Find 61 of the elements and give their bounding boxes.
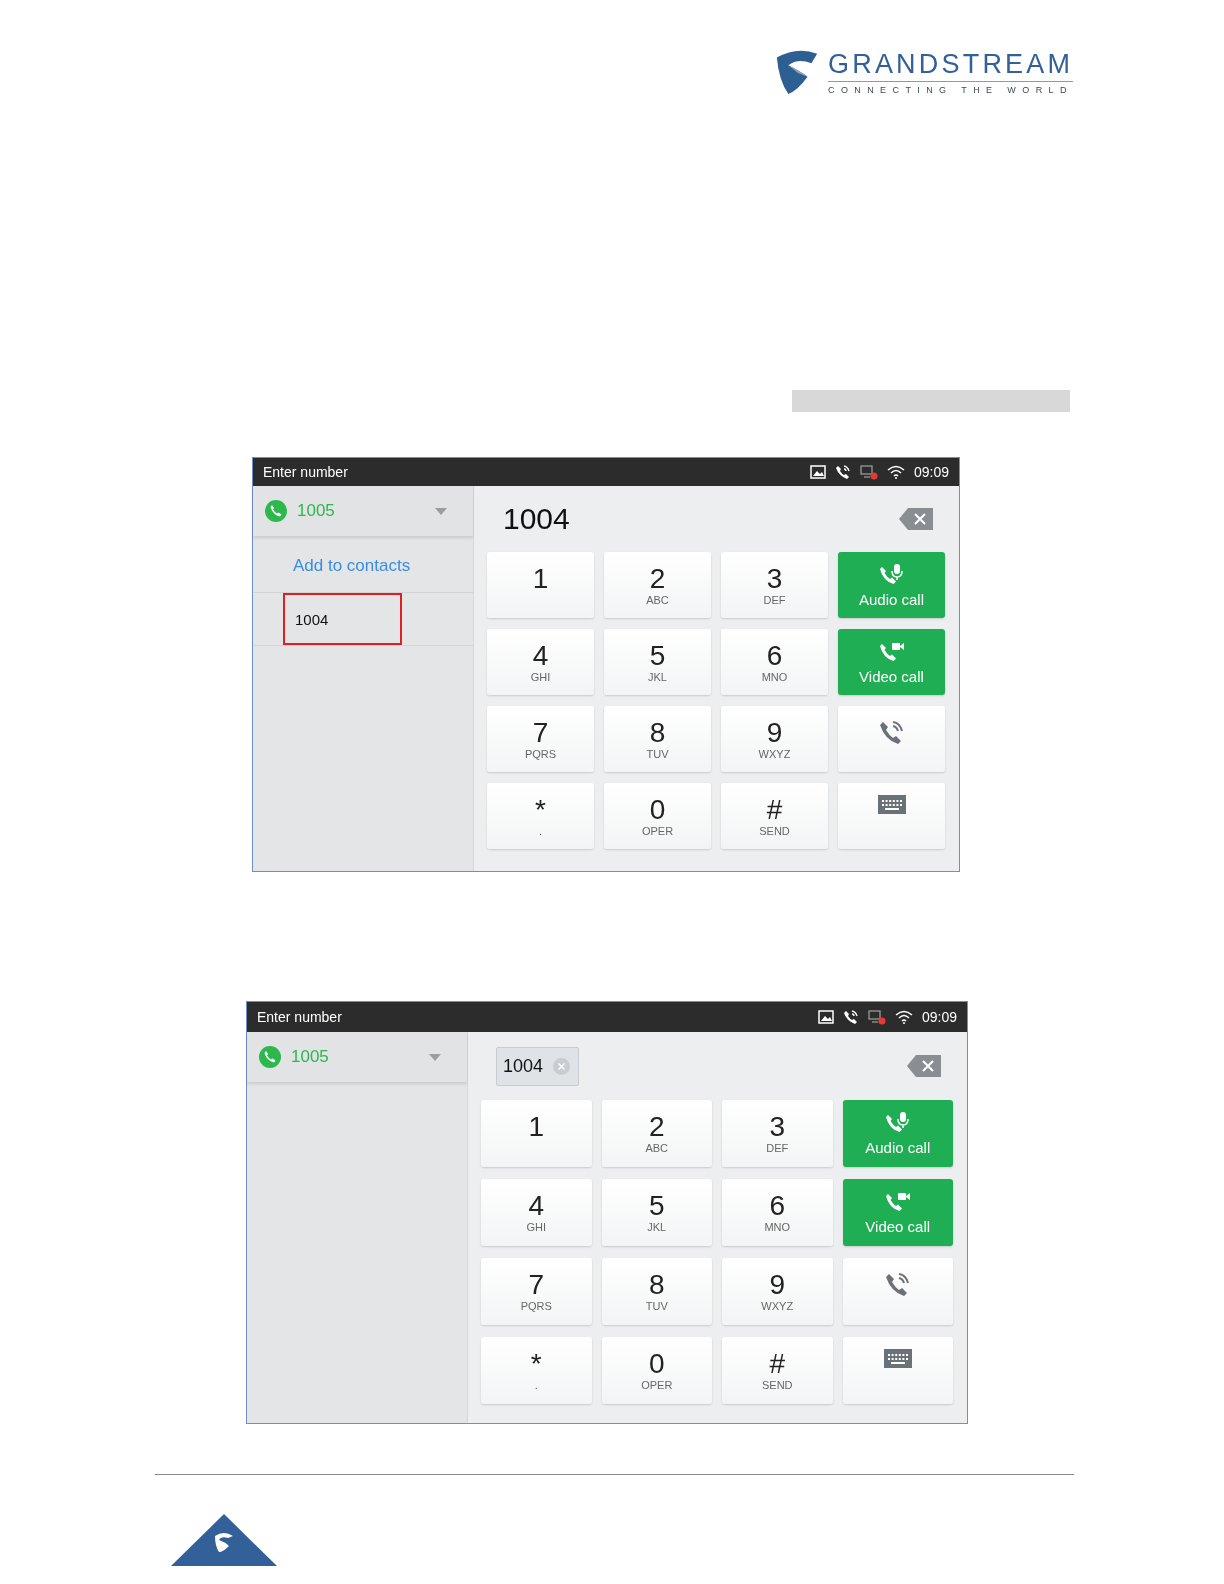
- dial-key[interactable]: 7 PQRS: [481, 1258, 592, 1325]
- phone-icon: [265, 500, 287, 522]
- dial-key[interactable]: 6 MNO: [721, 629, 828, 695]
- phone-ringing-icon: [877, 718, 906, 746]
- dial-key[interactable]: 4 GHI: [481, 1179, 592, 1246]
- dial-key[interactable]: 1: [487, 552, 594, 618]
- dial-key[interactable]: 0 OPER: [601, 1337, 712, 1404]
- dial-key[interactable]: 3 DEF: [721, 552, 828, 618]
- keyboard-icon: [883, 1349, 912, 1368]
- picture-icon: [817, 1010, 834, 1024]
- dial-key[interactable]: 9 WXYZ: [721, 706, 828, 772]
- phone-mic-icon: [884, 1111, 911, 1135]
- dial-key[interactable]: 6 MNO: [722, 1179, 833, 1246]
- dial-key[interactable]: # SEND: [721, 783, 828, 849]
- dial-key[interactable]: 7 PQRS: [487, 706, 594, 772]
- caret-icon: [429, 1053, 441, 1061]
- dial-key[interactable]: 3 DEF: [722, 1100, 833, 1167]
- wifi-icon: [894, 1010, 913, 1024]
- phone-ringing-icon: [883, 1270, 912, 1298]
- brand-name: GRANDSTREAM: [828, 49, 1074, 82]
- network-error-icon: [859, 464, 878, 480]
- network-error-icon: [867, 1009, 886, 1025]
- phone-icon: [259, 1046, 281, 1068]
- clock-time: 09:09: [921, 1009, 957, 1025]
- account-number: 1005: [297, 501, 336, 521]
- dial-key[interactable]: # SEND: [722, 1337, 833, 1404]
- dial-key[interactable]: 2 ABC: [604, 552, 711, 618]
- call-button[interactable]: [842, 1258, 953, 1325]
- phone-mic-icon: [878, 562, 905, 587]
- dial-key[interactable]: 8 TUV: [604, 706, 711, 772]
- screen-title: Enter number: [263, 464, 348, 480]
- brand-tagline: CONNECTING THE WORLD: [828, 85, 1074, 95]
- dial-key[interactable]: 0 OPER: [604, 783, 711, 849]
- caret-icon: [435, 507, 447, 515]
- backspace-icon[interactable]: [899, 508, 933, 530]
- dial-key[interactable]: 5 JKL: [604, 629, 711, 695]
- account-number: 1005: [291, 1047, 330, 1067]
- number-chip[interactable]: 1004: [496, 1046, 580, 1086]
- suggested-number[interactable]: 1004: [283, 593, 402, 645]
- dial-key[interactable]: * .: [481, 1337, 592, 1404]
- keyboard-button[interactable]: [838, 783, 945, 849]
- dial-key[interactable]: 4 GHI: [487, 629, 594, 695]
- dial-key[interactable]: * .: [487, 783, 594, 849]
- backspace-icon[interactable]: [907, 1055, 941, 1077]
- picture-icon: [809, 465, 826, 479]
- dial-key[interactable]: 1: [481, 1100, 592, 1167]
- dial-key[interactable]: 8 TUV: [601, 1258, 712, 1325]
- video-phone-icon: [884, 1190, 911, 1214]
- dial-key[interactable]: 2 ABC: [601, 1100, 712, 1167]
- keyboard-button[interactable]: [842, 1337, 953, 1404]
- phone-ringing-icon: [834, 464, 851, 480]
- clock-time: 09:09: [913, 464, 949, 480]
- phone-ringing-icon: [842, 1009, 859, 1025]
- screen-title: Enter number: [257, 1009, 342, 1025]
- dial-key[interactable]: 9 WXYZ: [722, 1258, 833, 1325]
- keyboard-icon: [877, 795, 906, 814]
- wifi-icon: [886, 465, 905, 479]
- logo-icon: [171, 1514, 277, 1566]
- dialed-number: 1004: [503, 502, 570, 536]
- call-button[interactable]: [838, 706, 945, 772]
- dial-key[interactable]: 5 JKL: [601, 1179, 712, 1246]
